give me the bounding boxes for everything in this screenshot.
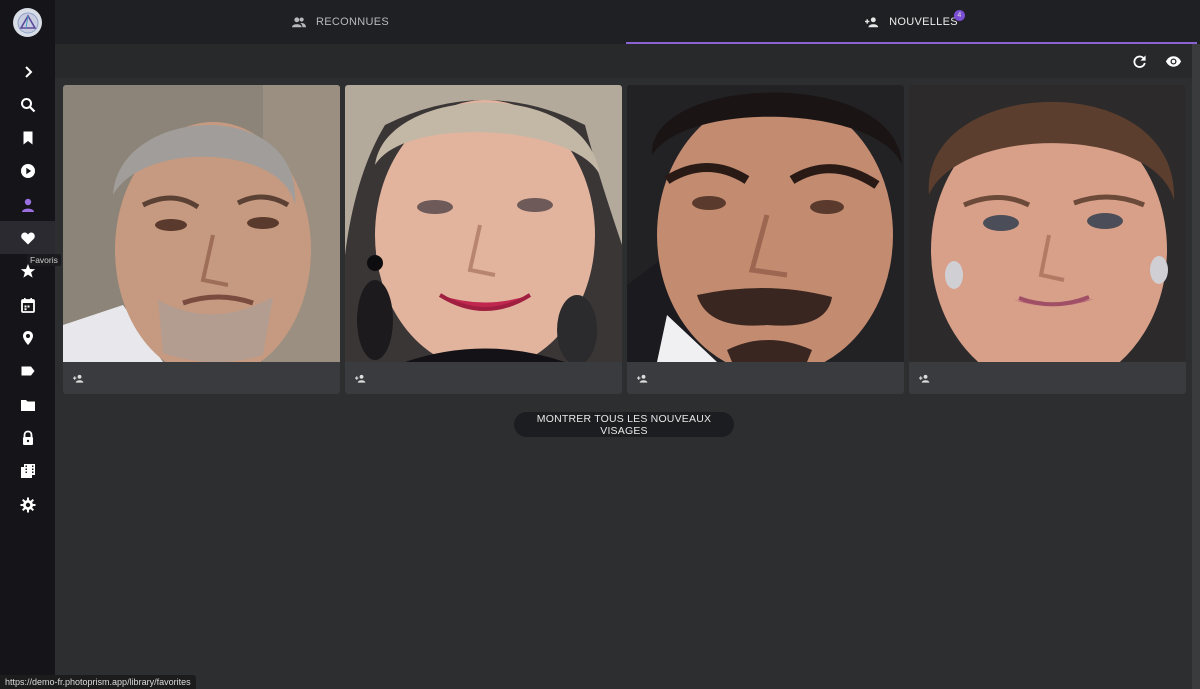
search-icon (20, 97, 35, 112)
bookmark-icon (23, 131, 32, 144)
tab-bar: RECONNUES NOUVELLES 4 (55, 0, 1200, 44)
add-person-icon[interactable] (919, 374, 930, 383)
sidebar-item-private[interactable] (0, 421, 55, 454)
lock-icon (22, 430, 33, 445)
face-card[interactable] (345, 85, 622, 394)
sidebar-item-settings[interactable] (0, 488, 55, 521)
face-card[interactable] (627, 85, 904, 394)
person-icon (21, 198, 34, 212)
app-logo[interactable] (13, 8, 42, 37)
face-image[interactable] (909, 85, 1186, 362)
card-footer (909, 362, 1186, 394)
new-count-badge: 4 (954, 10, 965, 21)
sidebar-item-search[interactable] (0, 88, 55, 121)
sidebar-item-people[interactable] (0, 188, 55, 221)
face-card[interactable] (909, 85, 1186, 394)
add-person-icon[interactable] (637, 374, 648, 383)
sidebar-item-calendar[interactable] (0, 288, 55, 321)
star-icon (20, 263, 35, 278)
label-icon (21, 366, 34, 375)
gear-icon (20, 497, 35, 512)
sidebar-item-labels[interactable] (0, 354, 55, 387)
card-footer (63, 362, 340, 394)
face-image[interactable] (345, 85, 622, 362)
sidebar-item-bookmark[interactable] (0, 121, 55, 154)
add-person-icon[interactable] (73, 374, 84, 383)
show-all-new-faces-button[interactable]: MONTRER TOUS LES NOUVEAUX VISAGES (514, 412, 734, 437)
card-footer (627, 362, 904, 394)
sidebar-item-rated[interactable] (0, 254, 55, 287)
face-card[interactable] (63, 85, 340, 394)
prism-logo-icon (17, 12, 38, 33)
sidebar-item-places[interactable] (0, 321, 55, 354)
film-library-icon (20, 463, 35, 478)
refresh-button[interactable] (1130, 52, 1148, 70)
eye-icon (1165, 55, 1181, 67)
play-circle-icon (20, 163, 35, 178)
refresh-icon (1133, 54, 1146, 68)
toggle-hidden-button[interactable] (1164, 52, 1182, 70)
add-person-icon (865, 17, 879, 28)
sidebar-item-folders[interactable] (0, 388, 55, 421)
scrollbar[interactable] (1192, 44, 1200, 689)
calendar-icon (20, 297, 35, 313)
folder-icon (20, 399, 35, 411)
sidebar-item-favorites[interactable] (0, 221, 55, 254)
people-icon (292, 17, 306, 28)
toolbar (55, 44, 1192, 78)
status-url: https://demo-fr.photoprism.app/library/f… (0, 675, 196, 689)
face-image[interactable] (627, 85, 904, 362)
sidebar-item-videos[interactable] (0, 154, 55, 187)
tab-new-label: NOUVELLES (889, 16, 958, 28)
sidebar-item-library[interactable] (0, 454, 55, 487)
tab-recognized-label: RECONNUES (316, 16, 389, 28)
heart-icon (20, 232, 35, 244)
sidebar-expand-button[interactable] (0, 55, 55, 88)
tab-recognized[interactable]: RECONNUES (55, 0, 626, 44)
tab-new[interactable]: NOUVELLES 4 (626, 0, 1197, 44)
chevron-right-icon (24, 65, 32, 78)
sidebar: Favoris (0, 0, 61, 689)
face-image[interactable] (63, 85, 340, 362)
card-footer (345, 362, 622, 394)
location-pin-icon (22, 330, 33, 345)
add-person-icon[interactable] (355, 374, 366, 383)
